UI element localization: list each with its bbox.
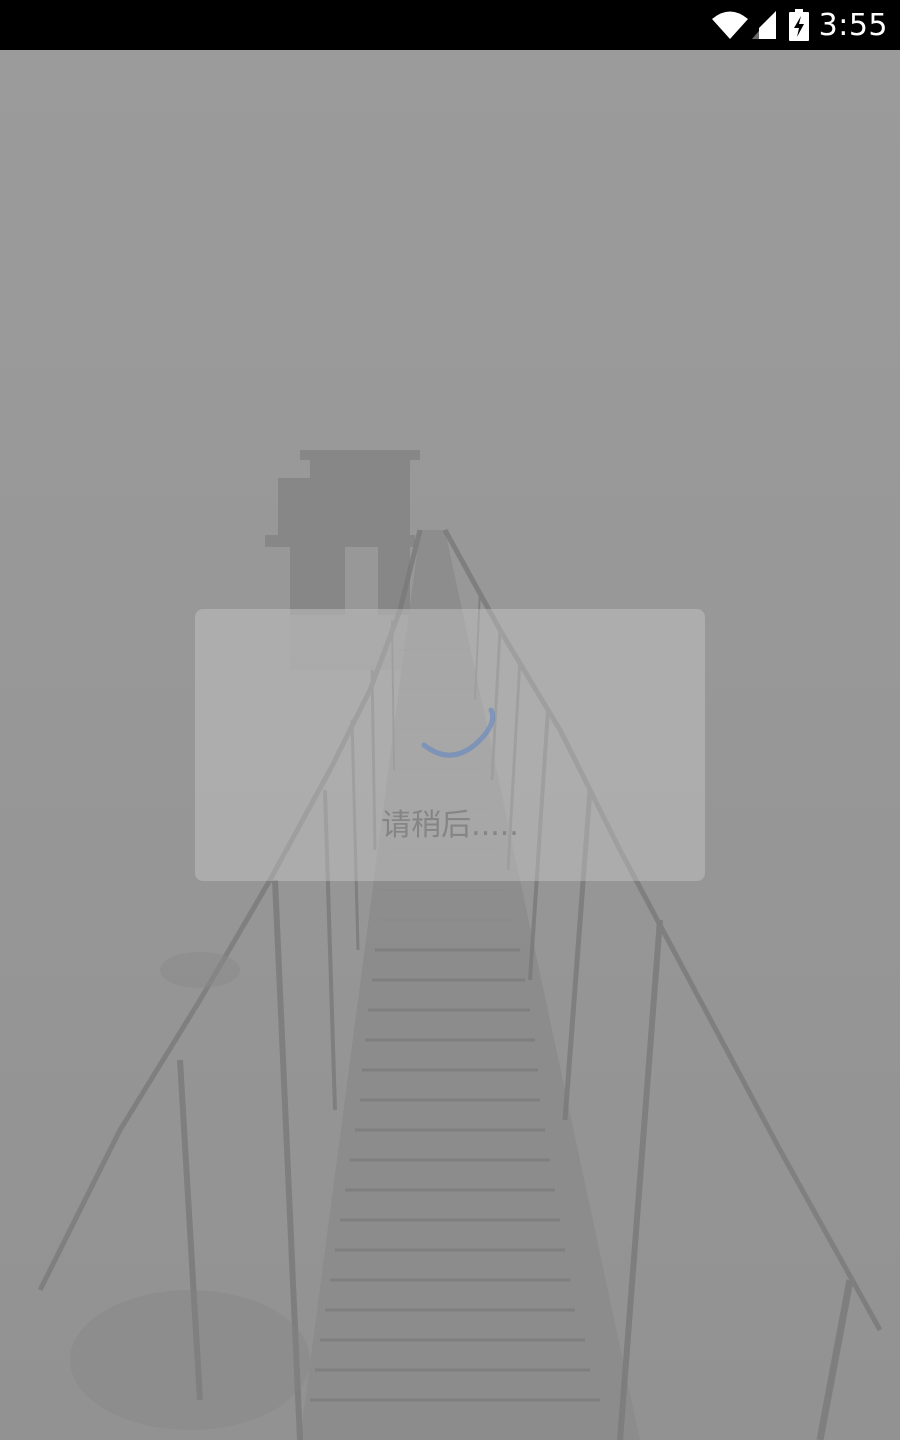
battery-charging-icon: [788, 9, 809, 41]
status-bar: 3:55: [0, 0, 900, 50]
loading-message: 请稍后.....: [381, 808, 519, 843]
status-icons: 3:55: [711, 0, 888, 50]
status-time: 3:55: [818, 7, 888, 43]
signal-icon: [751, 10, 777, 40]
wifi-icon: [711, 10, 749, 40]
screen: 3:55 请稍后.....: [0, 0, 900, 1440]
loading-spinner-icon: [403, 706, 503, 766]
